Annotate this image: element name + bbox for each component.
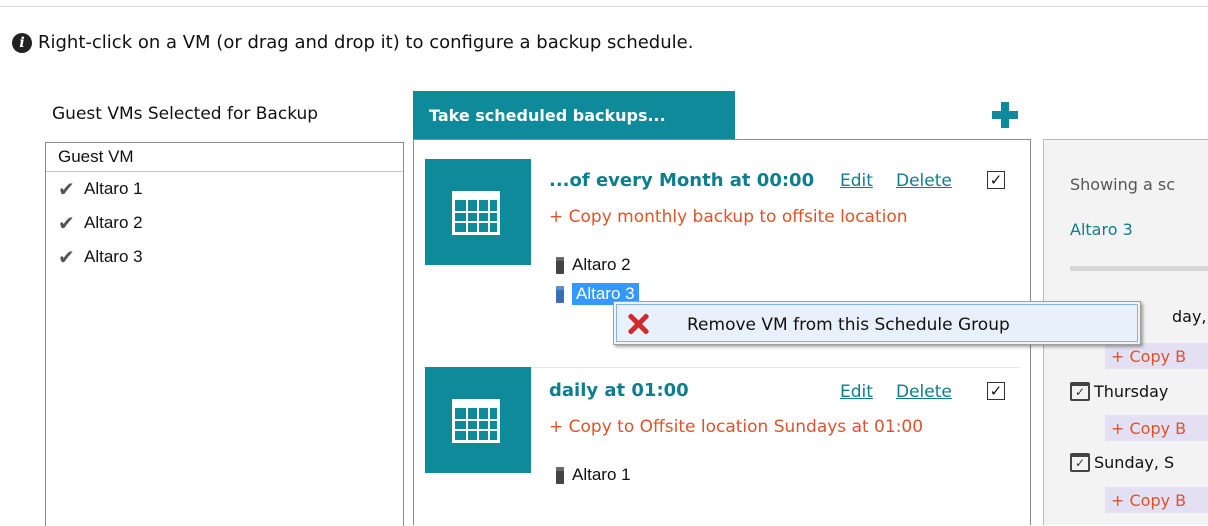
progress-bar xyxy=(1070,266,1208,271)
info-icon: i xyxy=(12,32,32,53)
preview-day: Thursday xyxy=(1094,382,1169,401)
calendar-check-icon: ✓ xyxy=(1070,453,1090,472)
schedule-enabled-checkbox[interactable]: ✓ xyxy=(987,382,1005,400)
remove-icon xyxy=(627,313,649,335)
server-icon xyxy=(556,285,564,303)
vm-label: Altaro 2 xyxy=(572,255,631,274)
vm-row-altaro-2[interactable]: ✔ Altaro 2 xyxy=(46,206,403,240)
preview-day: Sunday, S xyxy=(1094,453,1175,472)
vm-label: Altaro 3 xyxy=(84,247,143,266)
delete-link[interactable]: Delete xyxy=(896,382,952,402)
preview-day: day, xyxy=(1172,307,1207,326)
vm-label: Altaro 1 xyxy=(572,465,631,484)
menu-item-remove-vm[interactable]: Remove VM from this Schedule Group xyxy=(616,304,1138,342)
offsite-copy-text: + Copy to Offsite location Sundays at 01… xyxy=(549,417,924,437)
column-header-guest-vm[interactable]: Guest VM xyxy=(46,143,403,172)
server-icon xyxy=(556,466,564,484)
vm-row-altaro-1[interactable]: ✔ Altaro 1 xyxy=(46,172,403,206)
info-bar: i Right-click on a VM (or drag and drop … xyxy=(12,32,693,53)
offsite-copy-text: + Copy monthly backup to offsite locatio… xyxy=(549,207,908,227)
checkmark-icon: ✔ xyxy=(58,178,75,201)
schedule-title: daily at 01:00 xyxy=(549,380,689,401)
preview-copy: + Copy B xyxy=(1105,415,1208,441)
edit-link[interactable]: Edit xyxy=(840,171,873,191)
preview-copy: + Copy B xyxy=(1105,343,1208,369)
vm-row-altaro-3[interactable]: ✔ Altaro 3 xyxy=(46,240,403,274)
delete-link[interactable]: Delete xyxy=(896,171,952,191)
add-schedule-icon[interactable] xyxy=(992,102,1018,128)
schedule-enabled-checkbox[interactable]: ✓ xyxy=(987,171,1005,189)
info-text: Right-click on a VM (or drag and drop it… xyxy=(38,32,694,53)
preview-vm-name: Altaro 3 xyxy=(1070,220,1133,239)
guest-vm-list: Guest VM ✔ Altaro 1 ✔ Altaro 2 ✔ Altaro … xyxy=(45,142,404,526)
left-panel-title: Guest VMs Selected for Backup xyxy=(52,104,319,124)
menu-item-label: Remove VM from this Schedule Group xyxy=(687,315,1010,335)
vm-label: Altaro 2 xyxy=(84,213,143,232)
showing-text: Showing a sc xyxy=(1070,175,1176,194)
calendar-check-icon: ✓ xyxy=(1070,382,1090,401)
checkmark-icon: ✔ xyxy=(58,246,75,269)
calendar-icon xyxy=(425,367,531,473)
checkmark-icon: ✔ xyxy=(58,212,75,235)
schedule-vm-item[interactable]: Altaro 1 xyxy=(556,465,631,485)
schedule-vm-item[interactable]: Altaro 2 xyxy=(556,255,631,275)
top-divider xyxy=(0,6,1208,7)
edit-link[interactable]: Edit xyxy=(840,382,873,402)
server-icon xyxy=(556,256,564,274)
vm-label: Altaro 1 xyxy=(84,179,143,198)
schedule-title: ...of every Month at 00:00 xyxy=(549,170,815,191)
context-menu: Remove VM from this Schedule Group xyxy=(613,301,1141,345)
preview-copy: + Copy B xyxy=(1105,487,1208,513)
tab-take-scheduled-backups[interactable]: Take scheduled backups... xyxy=(413,91,735,139)
calendar-icon xyxy=(425,159,531,265)
